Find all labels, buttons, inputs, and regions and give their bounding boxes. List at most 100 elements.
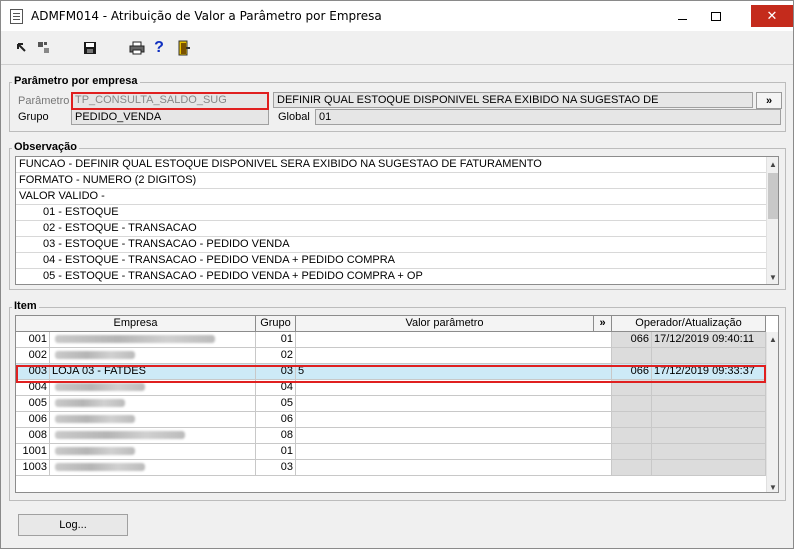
cell-operador[interactable] xyxy=(612,380,652,396)
observacao-scrollbar[interactable]: ▲ ▼ xyxy=(766,157,778,284)
cell-operador[interactable]: 066 xyxy=(612,332,652,348)
cell-codigo[interactable]: 1003 xyxy=(16,460,50,476)
table-row[interactable]: 006 06 xyxy=(16,412,766,428)
table-row[interactable]: 1003 03 xyxy=(16,460,766,476)
col-empresa[interactable]: Empresa xyxy=(16,316,256,332)
cell-empresa[interactable] xyxy=(50,396,256,412)
cell-operador[interactable] xyxy=(612,444,652,460)
cell-empresa[interactable] xyxy=(50,460,256,476)
cell-empresa[interactable]: LOJA 03 - FATDES xyxy=(50,364,256,380)
cell-valor[interactable] xyxy=(296,444,612,460)
col-operador[interactable]: Operador/Atualização xyxy=(612,316,766,332)
cell-codigo[interactable]: 002 xyxy=(16,348,50,364)
obs-line: 04 - ESTOQUE - TRANSACAO - PEDIDO VENDA … xyxy=(16,253,778,269)
cell-valor[interactable] xyxy=(296,428,612,444)
col-valor[interactable]: Valor parâmetro xyxy=(296,316,594,332)
grid-scrollbar[interactable]: ▲ ▼ xyxy=(766,332,778,492)
cell-operador[interactable] xyxy=(612,460,652,476)
cell-data[interactable] xyxy=(652,380,766,396)
cell-grupo[interactable]: 04 xyxy=(256,380,296,396)
help-icon[interactable]: ? xyxy=(150,39,168,57)
cell-operador[interactable] xyxy=(612,348,652,364)
cell-codigo[interactable]: 006 xyxy=(16,412,50,428)
cell-valor[interactable] xyxy=(296,348,612,364)
next-icon[interactable] xyxy=(35,39,53,57)
cell-operador[interactable]: 066 xyxy=(612,364,652,380)
grid-header: Empresa Grupo Valor parâmetro » Operador… xyxy=(16,316,766,332)
cell-data[interactable] xyxy=(652,460,766,476)
cell-empresa[interactable] xyxy=(50,380,256,396)
previous-icon[interactable] xyxy=(13,39,31,57)
cell-codigo[interactable]: 005 xyxy=(16,396,50,412)
cell-data[interactable] xyxy=(652,428,766,444)
cell-data[interactable] xyxy=(652,412,766,428)
cell-data[interactable]: 17/12/2019 09:33:37 xyxy=(652,364,766,380)
obs-line: FORMATO - NUMERO (2 DIGITOS) xyxy=(16,173,778,189)
col-valor-more-button[interactable]: » xyxy=(594,316,612,332)
cell-grupo[interactable]: 08 xyxy=(256,428,296,444)
cell-grupo[interactable]: 03 xyxy=(256,460,296,476)
scroll-down-icon[interactable]: ▼ xyxy=(767,270,778,284)
obs-line: FUNCAO - DEFINIR QUAL ESTOQUE DISPONIVEL… xyxy=(16,157,778,173)
cell-operador[interactable] xyxy=(612,412,652,428)
maximize-button[interactable] xyxy=(701,5,731,27)
cell-data[interactable] xyxy=(652,444,766,460)
close-button[interactable]: ✕ xyxy=(751,5,793,27)
cell-grupo[interactable]: 02 xyxy=(256,348,296,364)
observacao-textarea[interactable]: FUNCAO - DEFINIR QUAL ESTOQUE DISPONIVEL… xyxy=(15,156,779,285)
redacted-name xyxy=(55,351,135,360)
table-row[interactable]: 001 01 066 17/12/2019 09:40:11 xyxy=(16,332,766,348)
cell-codigo[interactable]: 001 xyxy=(16,332,50,348)
table-row[interactable]: 1001 01 xyxy=(16,444,766,460)
cell-valor[interactable]: 5 xyxy=(296,364,612,380)
parametro-field[interactable]: TP_CONSULTA_SALDO_SUG xyxy=(71,92,269,110)
cell-data[interactable]: 17/12/2019 09:40:11 xyxy=(652,332,766,348)
print-icon[interactable] xyxy=(128,39,146,57)
log-button[interactable]: Log... xyxy=(18,514,128,536)
cell-empresa[interactable] xyxy=(50,412,256,428)
redacted-name xyxy=(55,463,145,472)
cell-grupo[interactable]: 03 xyxy=(256,364,296,380)
cell-empresa[interactable] xyxy=(50,332,256,348)
cell-codigo[interactable]: 003 xyxy=(16,364,50,380)
scroll-up-icon[interactable]: ▲ xyxy=(767,332,778,346)
cell-empresa[interactable] xyxy=(50,444,256,460)
cell-valor[interactable] xyxy=(296,332,612,348)
table-row[interactable]: 008 08 xyxy=(16,428,766,444)
cell-empresa[interactable] xyxy=(50,428,256,444)
cell-grupo[interactable]: 01 xyxy=(256,332,296,348)
cell-valor[interactable] xyxy=(296,412,612,428)
title-bar: ADMFM014 - Atribuição de Valor a Parâmet… xyxy=(1,1,793,31)
cell-valor[interactable] xyxy=(296,460,612,476)
global-field: 01 xyxy=(315,109,781,125)
cell-valor[interactable] xyxy=(296,380,612,396)
cell-data[interactable] xyxy=(652,396,766,412)
cell-codigo[interactable]: 004 xyxy=(16,380,50,396)
minimize-button[interactable] xyxy=(667,5,697,27)
parametro-more-button[interactable]: » xyxy=(756,92,782,109)
cell-codigo[interactable]: 008 xyxy=(16,428,50,444)
col-grupo[interactable]: Grupo xyxy=(256,316,296,332)
scroll-down-icon[interactable]: ▼ xyxy=(767,480,778,492)
global-label: Global xyxy=(278,111,310,123)
table-row[interactable]: 003 LOJA 03 - FATDES 03 5 066 17/12/2019 09:3… xyxy=(16,364,766,380)
table-row[interactable]: 004 04 xyxy=(16,380,766,396)
cell-empresa[interactable] xyxy=(50,348,256,364)
cell-valor[interactable] xyxy=(296,396,612,412)
cell-grupo[interactable]: 01 xyxy=(256,444,296,460)
cell-grupo[interactable]: 06 xyxy=(256,412,296,428)
cell-codigo[interactable]: 1001 xyxy=(16,444,50,460)
exit-icon[interactable] xyxy=(175,39,193,57)
cell-operador[interactable] xyxy=(612,396,652,412)
table-row[interactable]: 002 02 xyxy=(16,348,766,364)
scroll-up-icon[interactable]: ▲ xyxy=(767,157,778,171)
cell-data[interactable] xyxy=(652,348,766,364)
cell-grupo[interactable]: 05 xyxy=(256,396,296,412)
scroll-thumb[interactable] xyxy=(768,173,778,219)
table-row[interactable]: 005 05 xyxy=(16,396,766,412)
save-icon[interactable] xyxy=(81,39,99,57)
cell-operador[interactable] xyxy=(612,428,652,444)
item-legend: Item xyxy=(12,300,39,312)
grupo-field: PEDIDO_VENDA xyxy=(71,109,269,125)
grupo-label: Grupo xyxy=(18,111,49,123)
